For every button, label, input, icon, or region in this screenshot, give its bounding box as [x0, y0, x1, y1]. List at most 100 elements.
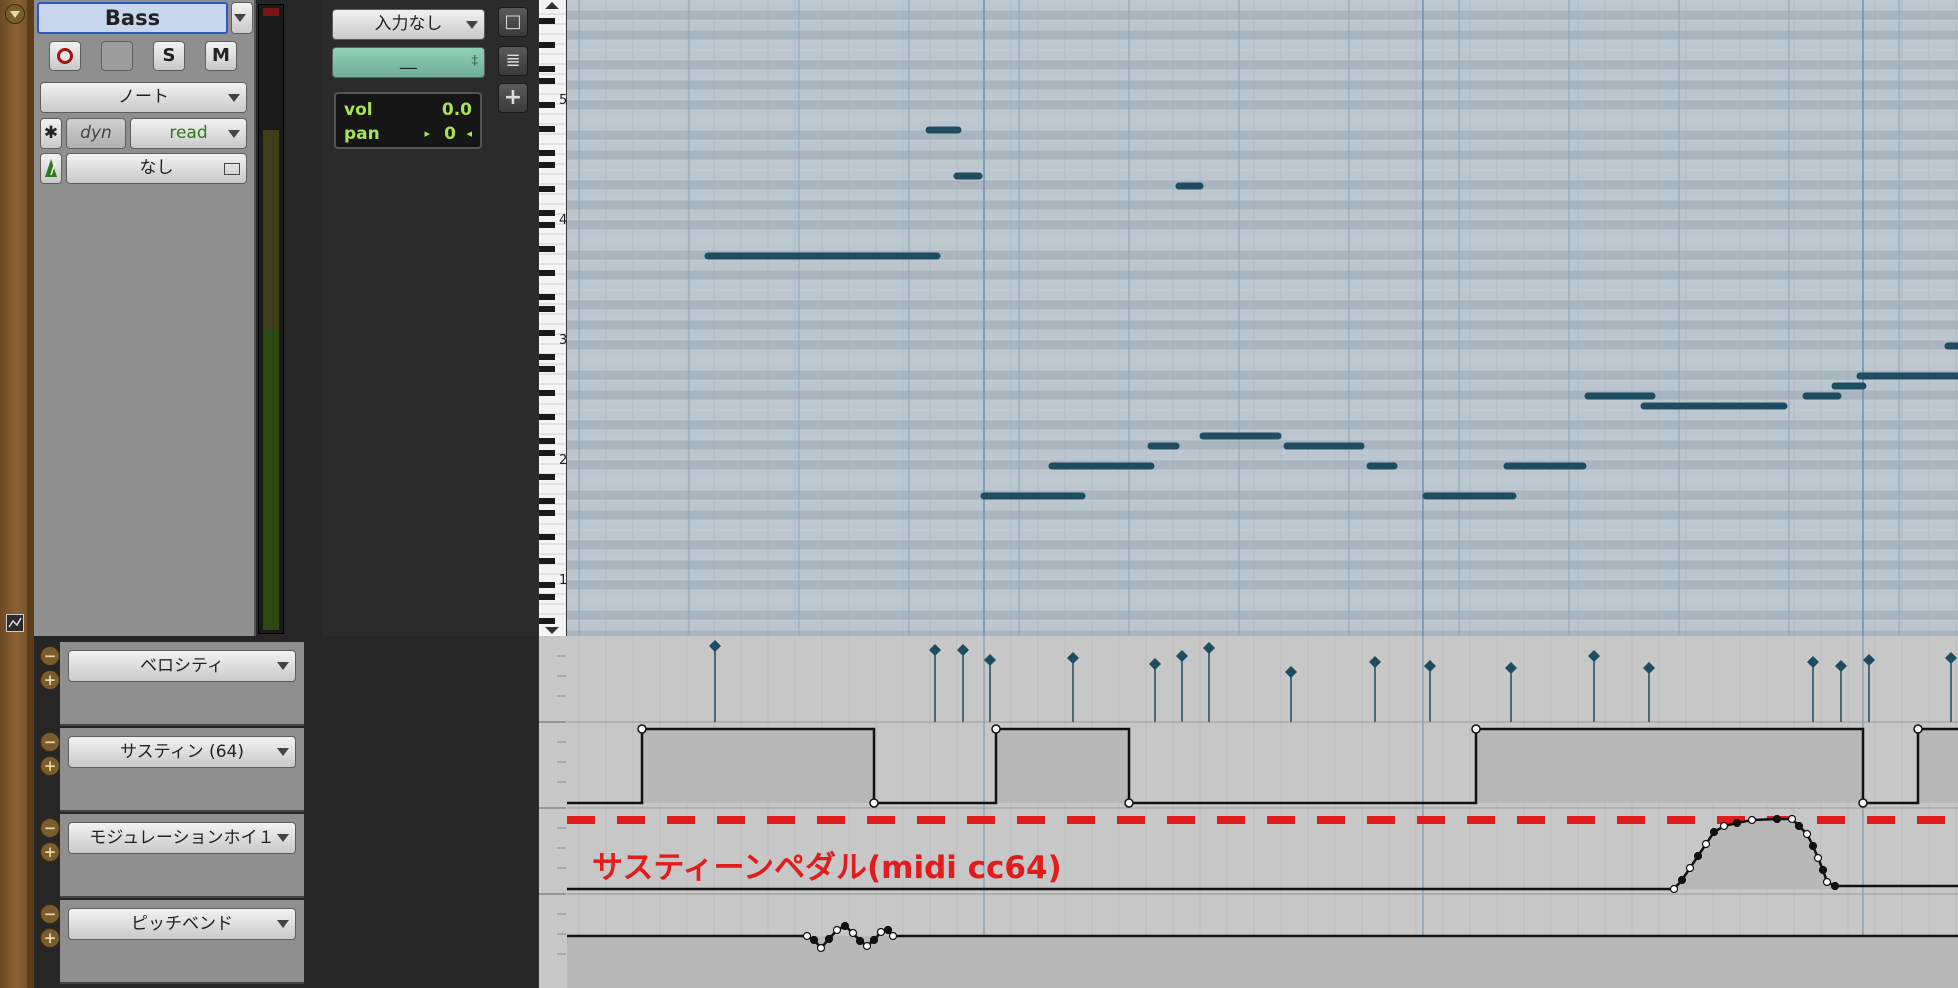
remove-lane-icon[interactable]: −	[40, 732, 60, 752]
modulation-breakpoint	[1813, 853, 1823, 863]
black-key	[539, 78, 555, 84]
input-dropdown[interactable]: 入力なし	[332, 9, 485, 40]
input-label: 入力なし	[374, 14, 443, 34]
velocity-lane-dropdown[interactable]: ベロシティ	[68, 650, 296, 682]
automation-mode-dropdown[interactable]: read	[130, 118, 247, 149]
pitchbend-breakpoint	[848, 928, 858, 938]
sustain-lane-dropdown[interactable]: サスティン (64)	[68, 736, 296, 768]
black-key	[539, 534, 555, 540]
window-icon[interactable]: □	[498, 7, 528, 37]
modulation-lane-dropdown[interactable]: モジュレーションホイ１	[68, 822, 296, 854]
dyn-button[interactable]: dyn	[66, 118, 126, 149]
black-key	[539, 594, 555, 600]
level-meter	[258, 4, 284, 634]
black-key	[539, 42, 555, 48]
add-lane-icon[interactable]: +	[40, 670, 60, 690]
black-key	[539, 558, 555, 564]
note-grid[interactable]	[567, 0, 1958, 636]
lane-label-velocity: ベロシティ	[140, 656, 224, 676]
track-color-strip	[0, 0, 34, 988]
black-key	[539, 102, 555, 108]
lane-label-pitchbend: ピッチベンド	[131, 914, 233, 934]
octave-label: 2	[559, 453, 566, 468]
automation-icon[interactable]	[6, 614, 24, 632]
track-name-dropdown[interactable]	[231, 2, 253, 34]
solo-button[interactable]: S	[153, 41, 185, 71]
black-key	[539, 294, 555, 300]
sustain-breakpoint	[637, 724, 647, 734]
black-key	[539, 330, 555, 336]
record-arm-button[interactable]	[49, 41, 81, 71]
list-icon[interactable]: ≣	[498, 46, 528, 76]
volume-value[interactable]: 0.0	[442, 98, 472, 122]
input-monitor-button[interactable]	[101, 41, 133, 71]
black-key	[539, 210, 555, 216]
modulation-breakpoint	[1802, 829, 1812, 839]
black-key	[539, 618, 555, 624]
remove-lane-icon[interactable]: −	[40, 904, 60, 924]
sustain-lane-header: − + サスティン (64)	[40, 728, 304, 812]
piano-keyboard[interactable]: 5 4 3 2 1	[538, 0, 567, 636]
track-name-field[interactable]: Bass	[37, 2, 228, 34]
pitchbend-breakpoint	[888, 931, 898, 941]
annotation-label: サスティーンペダル(midi cc64)	[592, 850, 1062, 886]
pitchbend-breakpoint	[840, 921, 850, 931]
black-key	[539, 366, 555, 372]
black-key	[539, 438, 555, 444]
add-lane-icon[interactable]: +	[40, 756, 60, 776]
black-key	[539, 474, 555, 480]
pitchbend-breakpoint	[832, 925, 842, 935]
add-icon[interactable]: +	[498, 83, 528, 113]
black-key	[539, 510, 555, 516]
remove-lane-icon[interactable]: −	[40, 818, 60, 838]
velocity-lane-header: − + ベロシティ	[40, 642, 304, 726]
pan-arrow-left-icon: ▸	[424, 127, 430, 140]
pitchbend-breakpoint	[883, 925, 893, 935]
black-key	[539, 270, 555, 276]
controller-lanes[interactable]	[567, 636, 1958, 988]
black-key	[539, 354, 555, 360]
modulation-breakpoint	[1787, 814, 1797, 824]
output-dropdown[interactable]: __ ‡	[332, 47, 485, 78]
remove-lane-icon[interactable]: −	[40, 646, 60, 666]
record-icon	[57, 48, 73, 64]
sustain-breakpoint	[1858, 798, 1868, 808]
black-key	[539, 306, 555, 312]
playlist-dropdown[interactable]: なし	[66, 153, 247, 184]
black-key	[539, 18, 555, 24]
mute-button[interactable]: M	[205, 41, 237, 71]
volume-pan-box: vol 0.0 pan 0 ◂ ▸	[334, 92, 482, 149]
octave-label: 5	[559, 93, 566, 108]
modulation-breakpoint	[1822, 877, 1832, 887]
volume-row[interactable]: vol 0.0	[344, 98, 472, 122]
automation-mode-label: read	[169, 123, 208, 143]
pitchbend-lane-dropdown[interactable]: ピッチベンド	[68, 908, 296, 940]
sustain-breakpoint	[1913, 724, 1923, 734]
lane-label-modulation: モジュレーションホイ１	[89, 828, 275, 848]
collapse-icon[interactable]	[5, 4, 25, 24]
asterisk-icon[interactable]: ✱	[40, 118, 62, 149]
modulation-breakpoint	[1693, 851, 1703, 861]
modulation-breakpoint	[1732, 818, 1742, 828]
add-lane-icon[interactable]: +	[40, 842, 60, 862]
modulation-breakpoint	[1830, 881, 1840, 891]
controller-lanes-header: − + ベロシティ − + サスティン (64) − + モジュレーションホイ１…	[34, 636, 538, 988]
view-mode-dropdown[interactable]: ノート	[40, 82, 247, 113]
black-key	[539, 450, 555, 456]
black-key	[539, 390, 555, 396]
octave-label: 1	[559, 573, 566, 588]
octave-label: 4	[559, 213, 566, 228]
pitchbend-breakpoint	[862, 941, 872, 951]
pan-label: pan	[344, 124, 380, 144]
modulation-breakpoint	[1747, 815, 1757, 825]
metronome-icon[interactable]	[40, 153, 62, 184]
pan-value[interactable]: 0	[444, 122, 456, 146]
pan-row[interactable]: pan 0 ◂ ▸	[344, 122, 472, 146]
modulation-breakpoint	[1794, 821, 1804, 831]
sustain-breakpoint	[991, 724, 1001, 734]
output-label: __	[400, 50, 417, 70]
pitchbend-breakpoint	[824, 934, 834, 944]
sustain-breakpoint	[869, 798, 879, 808]
add-lane-icon[interactable]: +	[40, 928, 60, 948]
pitchbend-breakpoint	[816, 943, 826, 953]
